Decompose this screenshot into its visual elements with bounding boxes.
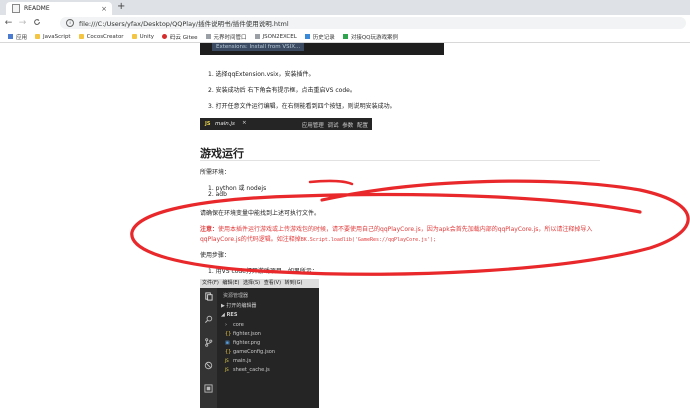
menu-file: 文件(F) — [202, 280, 219, 286]
files-icon — [204, 292, 213, 301]
editor-file-name: main.js — [215, 121, 235, 127]
bookmark-time[interactable]: 元界时间管口 — [205, 33, 247, 41]
browser-toolbar: ← → i file:///C:/Users/yfax/Desktop/QQPl… — [0, 15, 690, 31]
js-icon: JS — [225, 367, 229, 372]
explorer-panel: 资源管理器 ▶ 打开的编辑器 ◢ RES › core {} fighter.jso… — [217, 288, 319, 408]
folder-icon — [78, 34, 84, 39]
extensions-icon — [204, 384, 213, 393]
page-content: Extensions: Install from VSIX... 1. 选择qq… — [0, 43, 690, 408]
usage-label: 使用步骤： — [200, 252, 231, 259]
code-snippet: BK.Script.loadlib('GameRes://qqPlayCore.… — [300, 237, 437, 243]
json-icon: {} — [225, 331, 232, 337]
page-icon — [205, 34, 211, 39]
open-editors-section[interactable]: ▶ 打开的编辑器 — [221, 302, 256, 309]
tab-strip: README × + — [0, 0, 690, 15]
reload-icon — [33, 18, 40, 25]
new-tab-button[interactable]: + — [117, 1, 125, 12]
folder-icon — [131, 34, 137, 39]
source-control-icon — [204, 338, 213, 347]
bookmark-qq-demo[interactable]: 对接QQ玩游戏案例 — [342, 33, 398, 41]
install-step-3: 3. 打开任意文件运行编辑，在右侧能看到四个按钮，则说明安装成功。 — [208, 103, 396, 110]
history-icon — [304, 34, 310, 39]
env-item-adb: 2. adb — [208, 191, 227, 198]
warning-text: 使用本插件运行游戏或上传游戏包的时候，请不要使用自己的qqPlayCore.js… — [218, 226, 593, 233]
bookmark-cocoscreator[interactable]: CocosCreator — [78, 34, 124, 40]
env-note: 请确保在环境变量中能找到上述可执行文件。 — [200, 210, 321, 217]
reload-button[interactable] — [31, 18, 42, 29]
js-file-icon: JS — [205, 121, 211, 127]
bookmarks-bar: 应用 JavaScript CocosCreator Unity 码云 Gite… — [0, 31, 690, 43]
explorer-title: 资源管理器 — [223, 293, 249, 299]
json-icon: {} — [225, 349, 232, 355]
bookmark-javascript[interactable]: JavaScript — [35, 34, 71, 40]
tree-item-core[interactable]: › core — [225, 322, 244, 328]
install-from-vsix-text: Extensions: Install from VSIX... — [212, 43, 305, 51]
page-icon — [254, 34, 260, 39]
install-step-1: 1. 选择qqExtension.vsix，安装插件。 — [208, 71, 315, 78]
tab-readme[interactable]: README × — [6, 2, 112, 15]
menu-edit: 编辑(E) — [222, 280, 240, 286]
menu-goto: 转到(G) — [284, 280, 303, 286]
search-icon — [204, 315, 213, 324]
url-text: file:///C:/Users/yfax/Desktop/QQPlay/插件说… — [79, 20, 289, 28]
apps-icon — [8, 34, 13, 39]
tree-item-fighter-json[interactable]: {} fighter.json — [225, 331, 261, 337]
bookmark-json2excel[interactable]: JSON2EXCEL — [254, 34, 297, 40]
back-button[interactable]: ← — [3, 18, 14, 28]
page-icon — [342, 34, 348, 39]
forward-button[interactable]: → — [17, 18, 28, 28]
image-icon: ▣ — [225, 340, 230, 346]
close-tab-icon[interactable]: × — [101, 5, 107, 13]
project-root[interactable]: ◢ RES — [221, 312, 237, 318]
menu-selection: 选择(S) — [243, 280, 261, 286]
chevron-right-icon: › — [225, 322, 227, 328]
warning-label: 注意： — [200, 226, 219, 233]
close-icon: × — [242, 120, 247, 126]
install-screenshot: Extensions: Install from VSIX... — [200, 43, 444, 55]
vscode-screenshot: 文件(F) 编辑(E) 选择(S) 查看(V) 转到(G) 资源管理器 ▶ 打开… — [200, 279, 319, 408]
bookmark-apps[interactable]: 应用 — [8, 33, 27, 41]
folder-icon — [35, 34, 41, 39]
document-icon — [12, 4, 20, 13]
warning-text-2: qqPlayCore.js的代码逻辑。如注释掉 — [200, 236, 301, 243]
activity-bar — [200, 288, 217, 408]
vscode-menu-bar: 文件(F) 编辑(E) 选择(S) 查看(V) 转到(G) — [200, 279, 319, 288]
env-label: 所需环境： — [200, 169, 231, 176]
gitee-icon — [162, 34, 168, 39]
js-icon: JS — [225, 358, 229, 363]
bookmark-unity[interactable]: Unity — [131, 34, 154, 40]
bookmark-history[interactable]: 历史记录 — [304, 33, 335, 41]
tab-title: README — [24, 5, 50, 12]
section-title: 游戏运行 — [200, 147, 244, 160]
warning-line-2: qqPlayCore.js的代码逻辑。如注释掉BK.Script.loadlib… — [200, 234, 436, 243]
warning-line-1: 注意：使用本插件运行游戏或上传游戏包的时候，请不要使用自己的qqPlayCore… — [200, 224, 592, 233]
tree-item-main-js[interactable]: JS main.js — [225, 358, 251, 364]
bookmark-gitee[interactable]: 码云 Gitee — [162, 33, 198, 41]
debug-icon — [204, 361, 213, 370]
editor-tab-screenshot: JS main.js × 应用管理 调试 参数 配置 — [200, 118, 372, 130]
tree-item-fighter-png[interactable]: ▣ fighter.png — [225, 340, 260, 346]
section-divider — [200, 160, 600, 161]
tree-item-sheet-cache[interactable]: JS sheet_cache.js — [225, 367, 270, 373]
usage-step-1: 1. 用VS code打开游戏项目，如果所示： — [208, 268, 318, 275]
plugin-buttons: 应用管理 调试 参数 配置 — [301, 123, 368, 129]
address-bar[interactable]: i file:///C:/Users/yfax/Desktop/QQPlay/插… — [60, 17, 686, 29]
menu-view: 查看(V) — [263, 280, 282, 286]
tree-item-gameconfig[interactable]: {} gameConfig.json — [225, 349, 275, 355]
install-step-2: 2. 安装成功后 右下角会有提示框，点击重启VS code。 — [208, 87, 356, 94]
info-icon[interactable]: i — [66, 19, 74, 27]
